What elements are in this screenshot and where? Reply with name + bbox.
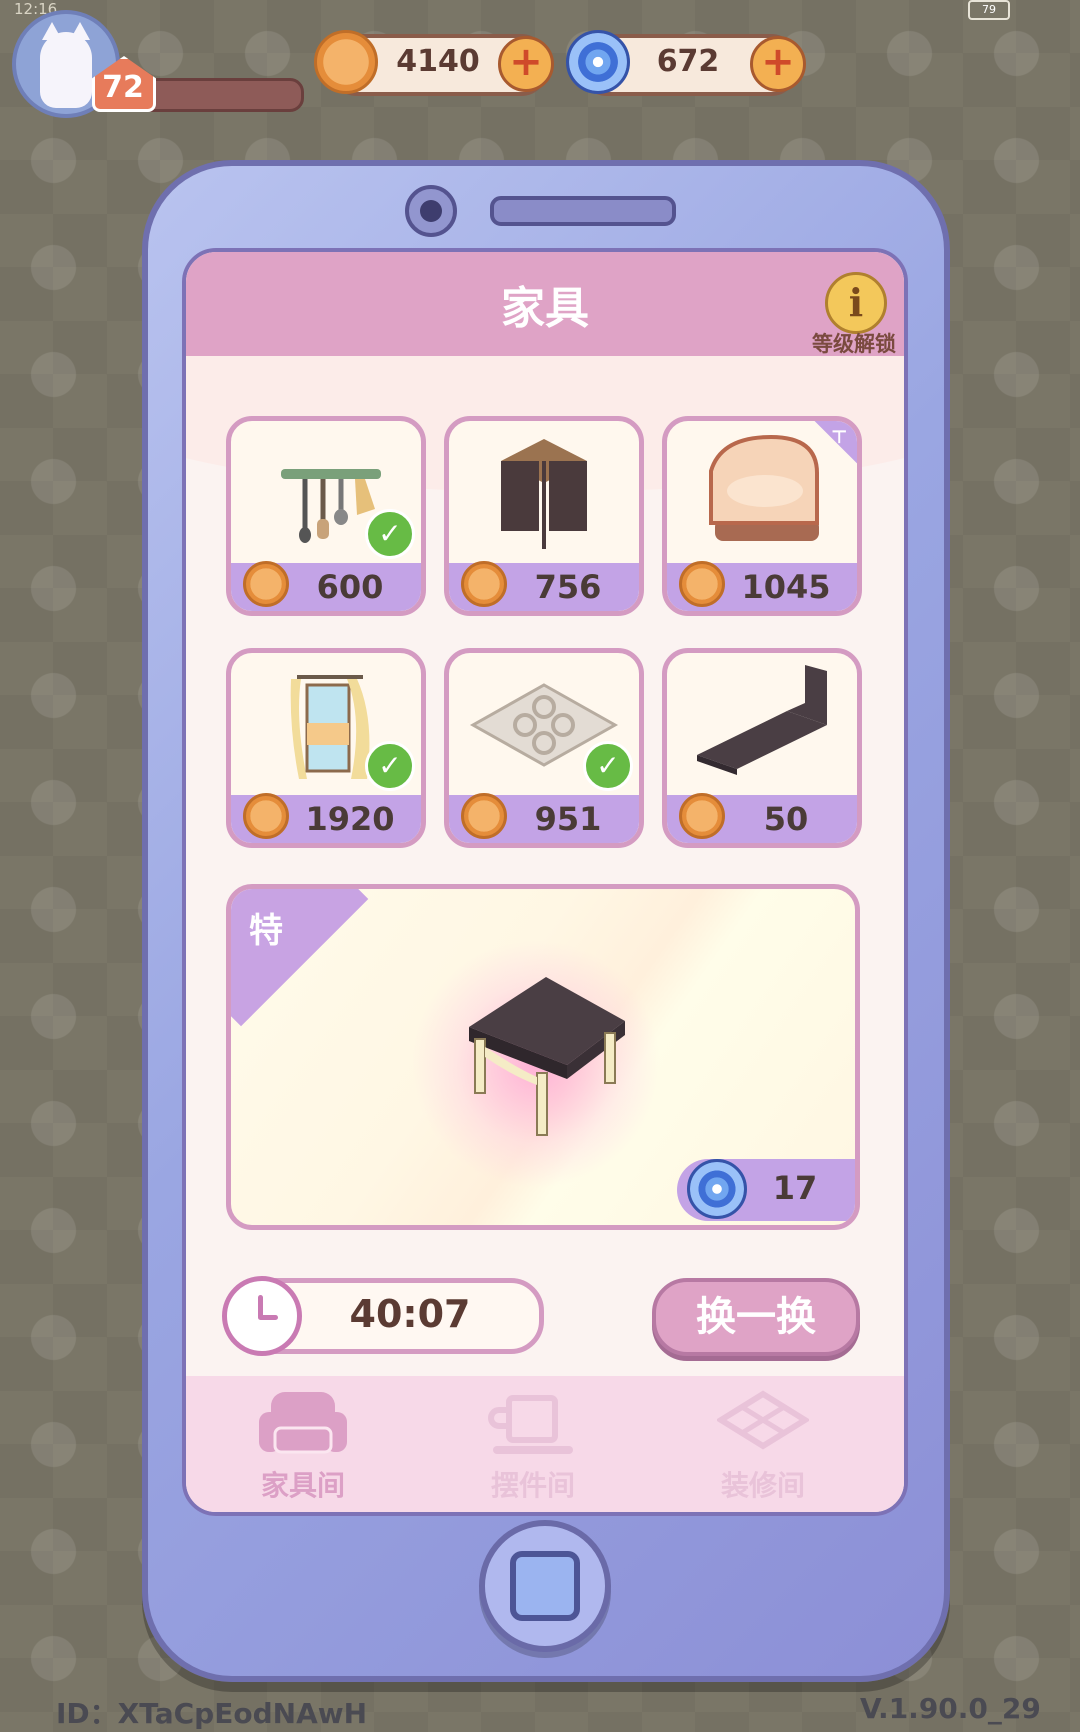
gem-amount: 672 (656, 44, 720, 79)
swirl-gem-icon (566, 30, 630, 94)
item-price: 951 (534, 800, 602, 838)
version-label: V.1.90.0_29 (860, 1692, 1041, 1725)
swirl-gem-icon (687, 1159, 747, 1219)
tag-icon: ⊤ (831, 427, 848, 448)
owned-check-icon: ✓ (583, 741, 633, 791)
tab-ornaments[interactable]: 摆件间 (438, 1384, 628, 1504)
item-price: 1045 (741, 568, 831, 606)
shop-title: 家具 (501, 283, 589, 334)
tab-furniture-label: 家具间 (260, 1469, 345, 1502)
timer-countdown: 40:07 (349, 1292, 471, 1336)
special-tag (231, 889, 369, 1027)
item-card-armchair[interactable]: ⊤ 1045 (662, 416, 862, 616)
tab-ornaments-label: 摆件间 (490, 1469, 575, 1502)
owned-check-icon: ✓ (365, 509, 415, 559)
cup-icon (488, 1395, 573, 1454)
tab-decoration-label: 装修间 (720, 1469, 805, 1502)
home-square-icon (510, 1551, 580, 1621)
phone-camera (405, 185, 457, 237)
home-button[interactable] (479, 1520, 611, 1652)
special-offer-card[interactable]: 特 17 (226, 884, 860, 1230)
item-card-folding-screen[interactable]: 756 (444, 416, 644, 616)
player-id: ID：XTaCpEodNAwH (56, 1697, 368, 1730)
item-card-curtain-window[interactable]: 1920 ✓ (226, 648, 426, 848)
square-table-art (469, 977, 625, 1136)
special-tag-label: 特 (249, 911, 283, 951)
item-price: 50 (763, 800, 809, 838)
coin-icon (314, 30, 378, 94)
low-bed-art (697, 665, 827, 775)
item-card-utensil-rack[interactable]: 600 ✓ (226, 416, 426, 616)
owned-check-icon: ✓ (365, 741, 415, 791)
add-gems-button[interactable]: + (750, 36, 806, 92)
sofa-icon (259, 1392, 347, 1454)
tab-furniture[interactable]: 家具间 (208, 1384, 398, 1504)
tab-decoration[interactable]: 装修间 (668, 1384, 858, 1504)
battery-icon: 79 (968, 0, 1010, 20)
phone-speaker (490, 196, 676, 226)
swap-button[interactable]: 换一换 (652, 1278, 860, 1356)
special-price: 17 (772, 1169, 818, 1207)
add-coins-button[interactable]: + (498, 36, 554, 92)
item-price: 1920 (305, 800, 395, 838)
armchair-art (709, 434, 819, 541)
floor-tile-icon (717, 1390, 809, 1450)
item-price: 600 (316, 568, 384, 606)
info-icon[interactable]: i (825, 272, 887, 334)
item-price: 756 (534, 568, 602, 606)
player-level: 72 (102, 70, 144, 105)
item-card-rug[interactable]: 951 ✓ (444, 648, 644, 848)
level-unlock-label[interactable]: 等级解锁 (796, 328, 904, 358)
clock-icon (222, 1276, 302, 1356)
cat-icon (40, 22, 92, 108)
item-card-low-bed[interactable]: 50 (662, 648, 862, 848)
coin-amount: 4140 (396, 44, 480, 79)
folding-screen-art (501, 439, 587, 549)
